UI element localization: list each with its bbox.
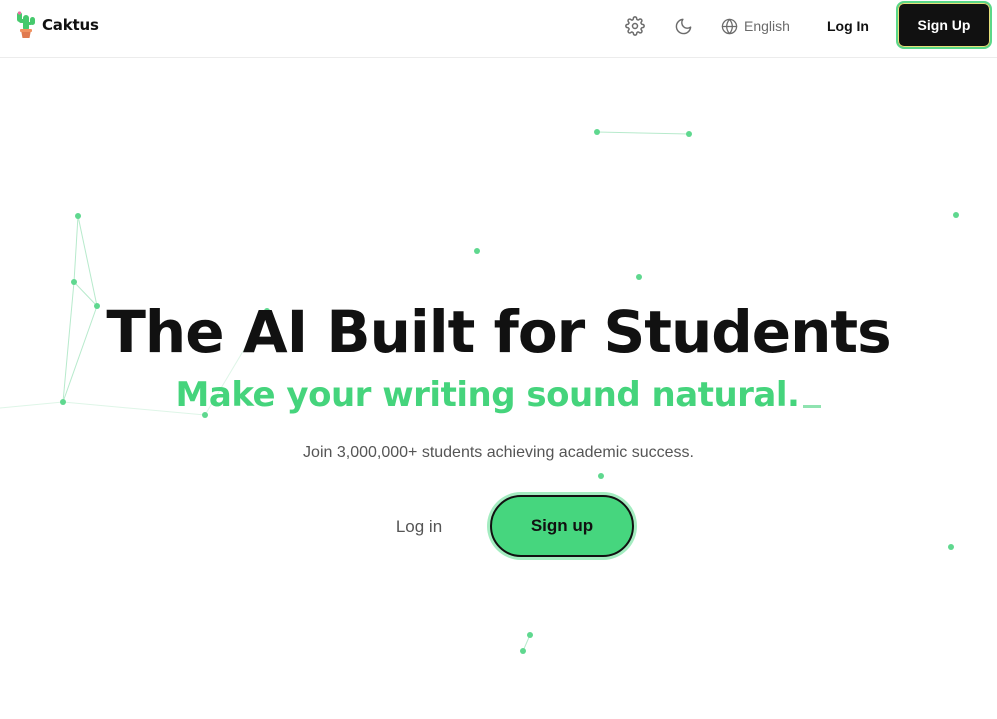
cactus-logo-icon [17, 11, 35, 38]
header-signup-button[interactable]: Sign Up [896, 1, 992, 49]
brand-logo[interactable]: Caktus [14, 11, 99, 39]
hero-login-button[interactable]: Log in [378, 510, 460, 544]
hero-signup-button[interactable]: Sign up [490, 495, 634, 557]
hero-subtitle: Make your writing sound natural. [0, 372, 997, 418]
moon-icon [675, 18, 691, 34]
language-selector[interactable]: English [721, 14, 790, 38]
language-label: English [744, 18, 790, 34]
hero-subtitle-text: Make your writing sound natural. [175, 375, 800, 415]
settings-button[interactable] [623, 14, 647, 38]
top-nav: Caktus English Log In Sign Up [0, 0, 997, 58]
gear-icon [625, 16, 645, 36]
hero-title: The AI Built for Students [106, 298, 891, 366]
landing-page: Caktus English Log In Sign Up The AI Bui… [0, 0, 997, 719]
theme-toggle-button[interactable] [671, 14, 695, 38]
typing-cursor [803, 405, 822, 408]
header-login-button[interactable]: Log In [816, 14, 880, 38]
brand-name: Caktus [42, 16, 99, 34]
globe-icon [721, 18, 738, 34]
hero-tagline: Join 3,000,000+ students achieving acade… [303, 444, 694, 461]
